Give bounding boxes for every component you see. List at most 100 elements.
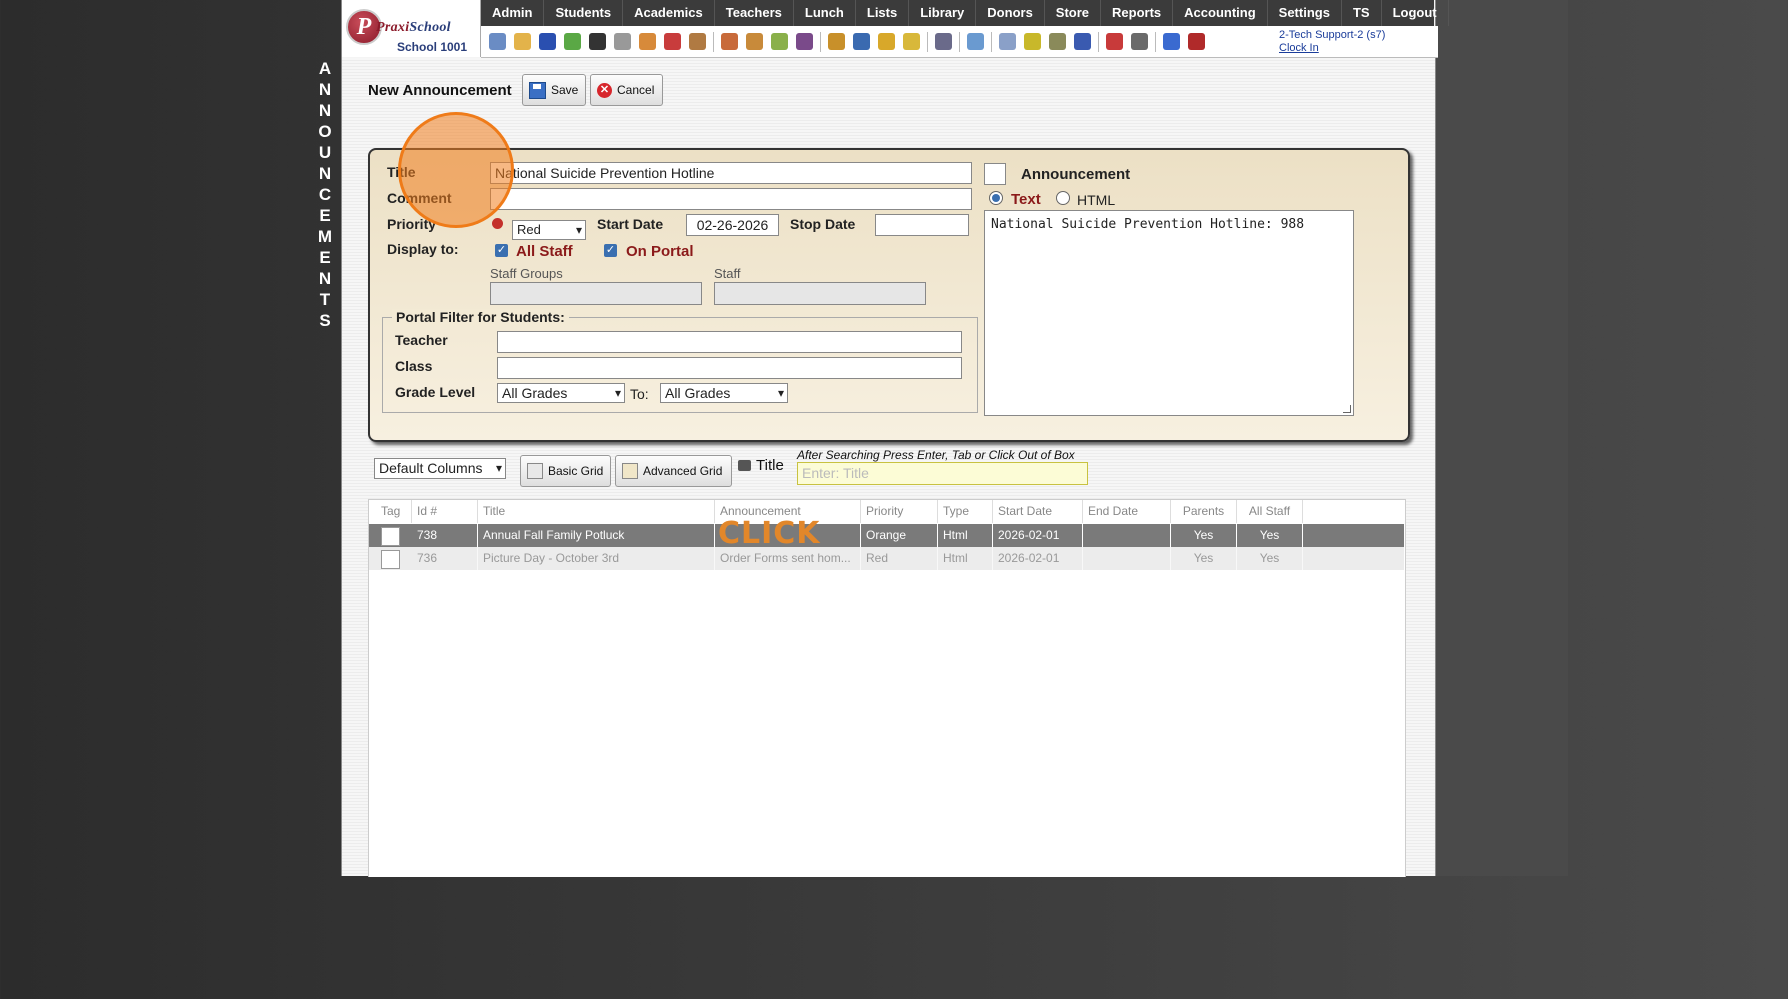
comment-input[interactable] [490,188,972,210]
menu-academics[interactable]: Academics [623,0,715,26]
menu-admin[interactable]: Admin [481,0,545,26]
row-title: Picture Day - October 3rd [478,547,715,570]
on-portal-checkbox[interactable]: ✓ [604,244,617,257]
announcement-checkbox[interactable] [984,163,1006,185]
main-menu: Admin Students Academics Teachers Lunch … [481,0,1449,26]
cancel-button[interactable]: ✕ Cancel [590,74,663,106]
grade-to-select[interactable]: All Grades [660,383,788,403]
teacher-icon[interactable] [721,33,738,50]
resize-grip-icon[interactable] [1343,405,1351,413]
users-icon[interactable] [796,33,813,50]
col-all-staff[interactable]: All Staff [1237,500,1303,523]
click-indicator-text: CLICK [718,516,821,551]
vertical-title-letter: E [319,248,331,267]
search-icon[interactable] [489,33,506,50]
stop-date-input[interactable] [875,214,969,236]
col-end-date[interactable]: End Date [1083,500,1171,523]
menu-teachers[interactable]: Teachers [715,0,794,26]
col-priority[interactable]: Priority [861,500,938,523]
menu-students[interactable]: Students [544,0,624,26]
power-icon[interactable] [1188,33,1205,50]
stop-date-label: Stop Date [790,216,856,232]
folder-icon[interactable] [903,33,920,50]
row-id: 736 [412,547,478,570]
email-icon[interactable] [539,33,556,50]
lunch-icon[interactable] [828,33,845,50]
row-tag-checkbox[interactable] [381,550,400,569]
app-window: P PraxiSchool School 1001 Admin Students… [341,0,1449,877]
help-icon[interactable] [1163,33,1180,50]
columns-select[interactable]: Default Columns [374,458,506,479]
person-icon[interactable] [935,33,952,50]
vertical-page-title: ANNOUNCEMENTS [312,58,338,331]
basic-grid-button[interactable]: Basic Grid [520,455,611,487]
advanced-grid-label: Advanced Grid [643,464,723,478]
calendar-icon[interactable] [664,33,681,50]
menu-store[interactable]: Store [1045,0,1102,26]
announcement-textarea[interactable]: National Suicide Prevention Hotline: 988 [984,210,1354,416]
menu-library[interactable]: Library [909,0,977,26]
announcement-label: Announcement [1021,166,1131,183]
logo[interactable]: P PraxiSchool School 1001 [342,0,481,57]
col-parents[interactable]: Parents [1171,500,1237,523]
menu-logout[interactable]: Logout [1382,0,1449,26]
pencil-icon[interactable] [771,33,788,50]
menu-donors[interactable]: Donors [976,0,1045,26]
student-icon[interactable] [746,33,763,50]
vertical-title-letter: N [318,164,332,183]
start-date-input[interactable] [686,214,779,236]
advanced-grid-button[interactable]: Advanced Grid [615,455,732,487]
col-title[interactable]: Title [478,500,715,523]
teacher-input[interactable] [497,331,962,353]
basic-grid-icon [527,463,543,479]
menu-lists[interactable]: Lists [856,0,910,26]
menu-lunch[interactable]: Lunch [794,0,856,26]
menu-ts[interactable]: TS [1342,0,1382,26]
chat-icon[interactable] [564,33,581,50]
bell-icon[interactable] [878,33,895,50]
vertical-title-letter: U [318,143,332,162]
speaker-icon[interactable] [614,33,631,50]
cash-register-icon[interactable] [1131,33,1148,50]
class-input[interactable] [497,357,962,379]
staff-input[interactable] [714,282,926,305]
row-tag-checkbox[interactable] [381,527,400,546]
priority-select[interactable]: Red [512,220,586,240]
all-staff-checkbox[interactable]: ✓ [495,244,508,257]
title-input[interactable] [490,162,972,184]
book-icon[interactable] [853,33,870,50]
calendar-grid-icon[interactable] [514,33,531,50]
clock-icon[interactable] [967,33,984,50]
row-end-date [1083,547,1171,570]
staff-groups-input[interactable] [490,282,702,305]
menu-reports[interactable]: Reports [1101,0,1174,26]
col-id[interactable]: Id # [412,500,478,523]
toolbar-separator [927,31,928,52]
menu-accounting[interactable]: Accounting [1173,0,1268,26]
col-tag[interactable]: Tag [369,500,412,523]
megaphone-icon[interactable] [689,33,706,50]
toolbar-separator [991,31,992,52]
card-icon[interactable] [1024,33,1041,50]
vertical-title-letter: N [318,101,332,120]
printer-icon[interactable] [1049,33,1066,50]
vertical-title-letter: S [319,311,331,330]
pdf-icon[interactable] [1106,33,1123,50]
save-button[interactable]: Save [522,74,586,106]
col-type[interactable]: Type [938,500,993,523]
table-row[interactable]: 738 Annual Fall Family Potluck Orange Ht… [369,524,1404,547]
mobile-icon[interactable] [589,33,606,50]
html-radio[interactable] [1056,191,1070,205]
grade-level-label: Grade Level [395,384,476,400]
clock-in-link[interactable]: Clock In [1279,42,1385,55]
text-radio[interactable] [989,191,1003,205]
col-start-date[interactable]: Start Date [993,500,1083,523]
ap-icon[interactable] [1074,33,1091,50]
document-icon[interactable] [999,33,1016,50]
grade-from-select[interactable]: All Grades [497,383,625,403]
menu-settings[interactable]: Settings [1268,0,1342,26]
schedule-icon[interactable] [639,33,656,50]
title-search-input[interactable]: Enter: Title [797,462,1088,485]
table-row[interactable]: 736 Picture Day - October 3rd Order Form… [369,547,1404,570]
grid-header: Tag Id # Title Announcement Priority Typ… [369,500,1405,523]
